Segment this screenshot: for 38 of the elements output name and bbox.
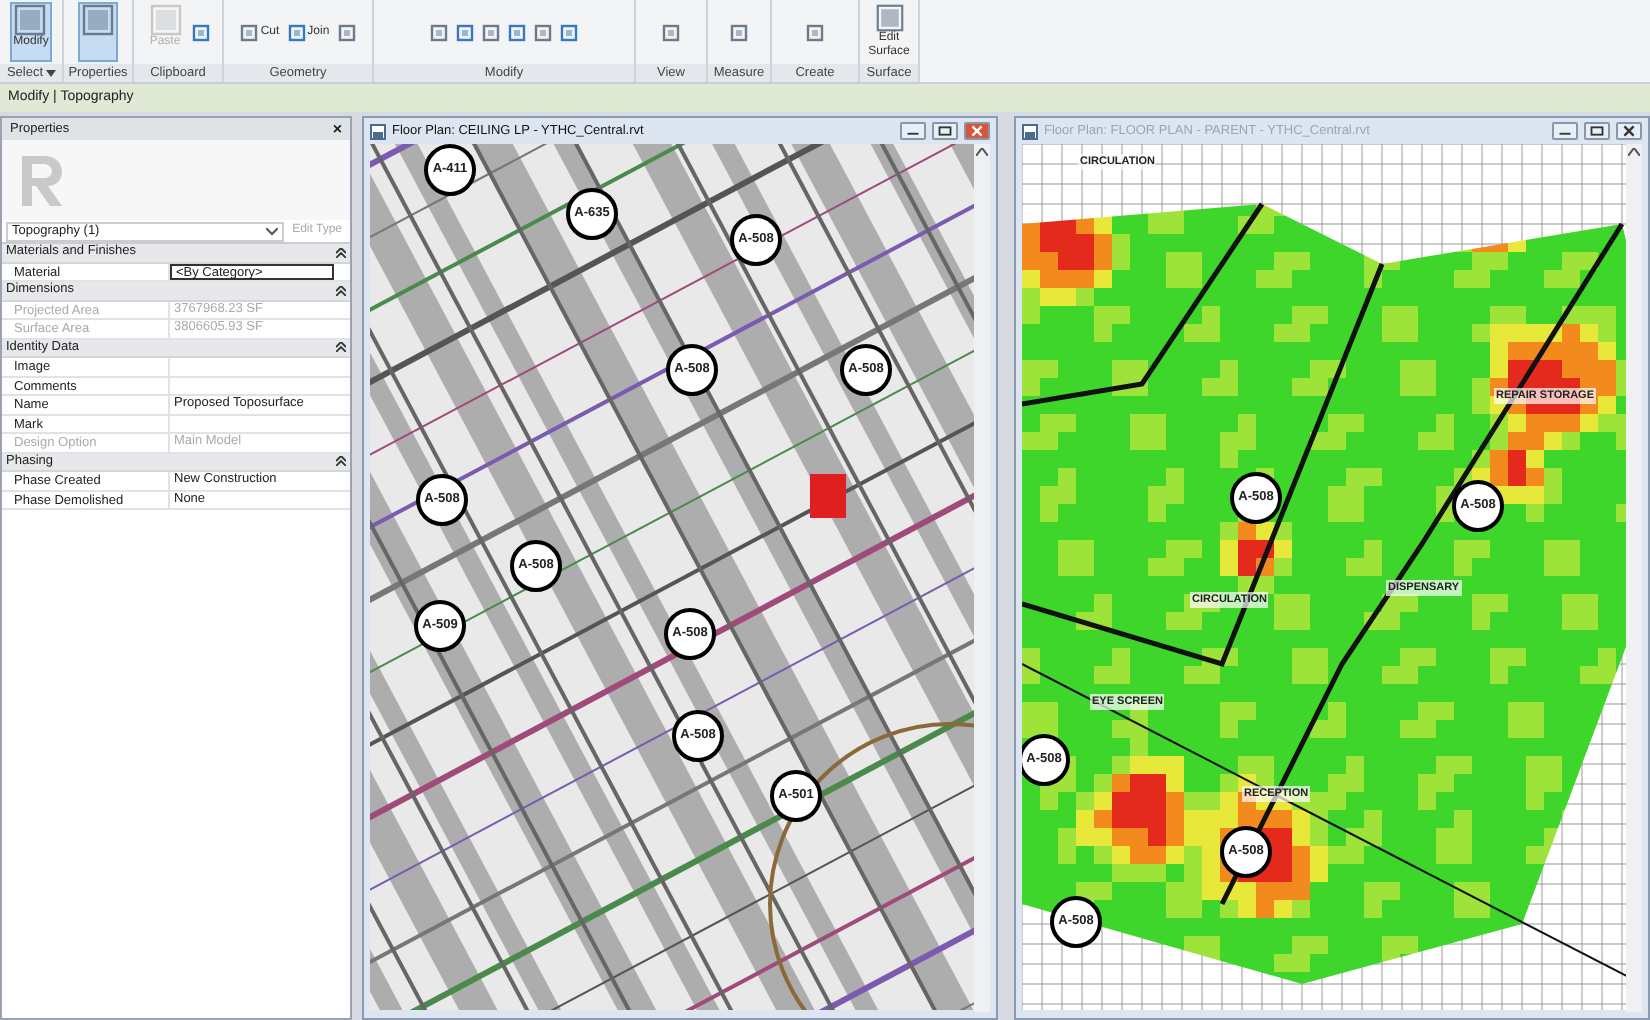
scroll-up-icon [976,148,988,156]
minimize-button[interactable] [900,122,926,140]
tool-icon[interactable] [532,22,554,42]
tool-icon [873,4,905,32]
tool-icon[interactable] [506,22,528,42]
tool-icon[interactable] [728,22,750,42]
tool-icon[interactable] [189,22,211,42]
tool-icon [14,4,47,36]
tool-icon[interactable] [480,22,502,42]
caret-icon [266,227,279,235]
maximize-icon [1586,122,1608,140]
maximize-button[interactable] [932,122,958,140]
tool-icon[interactable] [78,2,118,62]
collapse-icon [336,342,346,353]
minimize-button[interactable] [1552,122,1578,140]
tool-icon [240,23,259,41]
scrollbar[interactable] [974,144,990,1012]
scrollbar[interactable] [1626,144,1642,1012]
scroll-up-icon [1628,148,1640,156]
tool-icon[interactable] [804,22,826,42]
collapse-icon [336,456,346,467]
tool-icon[interactable] [428,22,450,42]
maximize-button[interactable] [1584,122,1610,140]
close-icon [1618,122,1640,140]
tool-icon[interactable] [454,22,476,42]
floor-plan-icon [1022,123,1038,139]
tool-icon[interactable] [335,22,358,42]
floor-plan-icon [370,123,386,139]
close-icon [966,122,988,140]
tool-icon[interactable] [660,22,682,42]
tool-icon [287,23,306,41]
close-button[interactable]: × [332,121,342,137]
tool-icon[interactable] [558,22,580,42]
collapse-icon [336,247,346,258]
tool-icon [149,4,181,36]
maximize-icon [934,122,956,140]
close-button[interactable] [1616,122,1642,140]
collapse-icon [336,285,346,296]
